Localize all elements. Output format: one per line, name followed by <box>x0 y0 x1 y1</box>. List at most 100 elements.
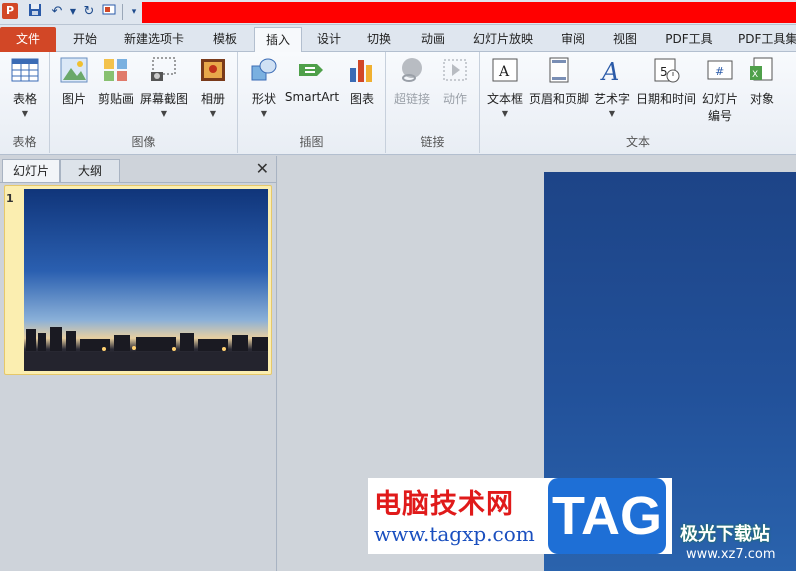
wordart-icon: A <box>597 56 627 86</box>
action-button[interactable]: 动作 <box>436 56 474 107</box>
textbox-icon: A <box>490 56 520 86</box>
picture-button[interactable]: 图片 <box>56 56 92 107</box>
table-button-label: 表格 <box>12 92 37 106</box>
chevron-down-icon: ▼ <box>501 109 509 118</box>
group-table: 表格 ▼ 表格 <box>0 52 50 153</box>
photo-album-button[interactable]: 相册 ▼ <box>194 56 232 118</box>
picture-button-label: 图片 <box>61 92 86 106</box>
svg-text:A: A <box>600 58 619 84</box>
group-links: 超链接 动作 链接 <box>386 52 480 153</box>
svg-text:5: 5 <box>660 65 668 79</box>
qat-separator <box>122 4 123 20</box>
svg-text:A: A <box>498 64 510 80</box>
action-icon <box>440 56 470 86</box>
group-label-table: 表格 <box>12 135 37 149</box>
object-icon: X <box>747 56 777 86</box>
redo-icon[interactable]: ↻ <box>80 3 98 21</box>
tab-file[interactable]: 文件 <box>0 27 56 52</box>
screenshot-button[interactable]: 屏幕截图 ▼ <box>138 56 190 118</box>
shapes-icon <box>249 56 279 86</box>
shapes-button-label: 形状 <box>251 92 276 106</box>
screenshot-button-label: 屏幕截图 <box>139 92 188 106</box>
header-footer-button[interactable]: 页眉和页脚 <box>528 56 590 107</box>
group-label-illustrations: 插图 <box>299 135 324 149</box>
chevron-down-icon: ▼ <box>209 109 217 118</box>
chevron-down-icon: ▼ <box>160 109 168 118</box>
chevron-down-icon: ▼ <box>608 109 616 118</box>
tab-templates[interactable]: 模板 <box>198 27 252 52</box>
calendar-icon: 5 <box>651 56 681 86</box>
shapes-button[interactable]: 形状 ▼ <box>246 56 282 118</box>
group-illustrations: 形状 ▼ SmartArt 图表 插图 <box>238 52 386 153</box>
textbox-button[interactable]: A 文本框 ▼ <box>484 56 526 118</box>
tab-slideshow[interactable]: 幻灯片放映 <box>462 27 544 52</box>
slide-number: 1 <box>6 192 14 205</box>
chart-button[interactable]: 图表 <box>344 56 380 107</box>
slide-thumbnail-image[interactable] <box>24 189 268 371</box>
header-footer-icon <box>544 56 574 86</box>
group-label-links: 链接 <box>420 135 445 149</box>
chevron-down-icon: ▼ <box>21 109 29 118</box>
header-footer-button-label: 页眉和页脚 <box>528 92 589 106</box>
tab-slides[interactable]: 幻灯片 <box>2 159 60 182</box>
svg-text:#: # <box>715 65 724 78</box>
watermark-side-title: 极光下载站 <box>680 524 770 545</box>
datetime-button[interactable]: 5 日期和时间 <box>634 56 698 107</box>
tab-view[interactable]: 视图 <box>602 27 648 52</box>
picture-icon <box>59 56 89 86</box>
clipart-button[interactable]: 剪贴画 <box>96 56 136 107</box>
ribbon-tabs: 文件 开始 新建选项卡 模板 插入 设计 切换 动画 幻灯片放映 审阅 视图 P… <box>0 25 796 53</box>
customize-icon[interactable]: ▾ <box>125 3 143 21</box>
wordart-button[interactable]: A 艺术字 ▼ <box>592 56 632 118</box>
svg-text:X: X <box>752 70 758 80</box>
slides-panel: 幻灯片 大纲 ✕ 1 <box>0 156 277 571</box>
smartart-button-label: SmartArt <box>284 90 340 104</box>
start-slideshow-icon[interactable] <box>100 3 118 21</box>
group-images: 图片 剪贴画 屏幕截图 ▼ 相册 ▼ 图像 <box>50 52 238 153</box>
tab-review[interactable]: 审阅 <box>550 27 596 52</box>
chart-button-label: 图表 <box>349 92 374 106</box>
watermark-title: 电脑技术网 <box>374 489 514 520</box>
tab-outline[interactable]: 大纲 <box>60 159 120 182</box>
quick-access-toolbar: P ↶ ▼ ↻ ▾ <box>0 0 796 25</box>
slide-number-button[interactable]: # 幻灯片 编号 <box>700 56 740 124</box>
group-text: A 文本框 ▼ 页眉和页脚 A 艺术字 ▼ 5 日期和时间 # 幻灯片 编号 X… <box>480 52 796 153</box>
hyperlink-button-label: 超链接 <box>393 92 430 106</box>
watermark-url: www.tagxp.com <box>374 522 535 546</box>
tab-home[interactable]: 开始 <box>60 27 110 52</box>
object-button-label: 对象 <box>749 92 774 106</box>
title-bar-overlay <box>142 2 796 23</box>
ribbon: 表格 ▼ 表格 图片 剪贴画 屏幕截图 ▼ 相册 ▼ 图像 形状 ▼ Smart… <box>0 52 796 155</box>
action-button-label: 动作 <box>442 92 467 106</box>
datetime-button-label: 日期和时间 <box>635 92 696 106</box>
tab-pdf-toolset[interactable]: PDF工具集 <box>728 27 796 52</box>
photo-album-icon <box>198 56 228 86</box>
object-button[interactable]: X 对象 <box>742 56 782 107</box>
tab-pdf-tools[interactable]: PDF工具 <box>654 27 724 52</box>
table-button[interactable]: 表格 ▼ <box>4 56 46 118</box>
powerpoint-logo-icon[interactable]: P <box>2 3 18 19</box>
clipart-icon <box>101 56 131 86</box>
panel-divider <box>0 182 277 183</box>
slide-thumbnail-selected[interactable] <box>4 185 272 375</box>
screenshot-icon <box>149 56 179 86</box>
textbox-button-label: 文本框 <box>486 92 523 106</box>
close-icon[interactable]: ✕ <box>256 159 269 178</box>
save-icon[interactable] <box>26 3 44 21</box>
chevron-down-icon: ▼ <box>260 109 268 118</box>
tab-transitions[interactable]: 切换 <box>356 27 402 52</box>
chart-icon <box>347 56 377 86</box>
group-label-text: 文本 <box>625 135 650 149</box>
slide-number-label-2: 编号 <box>707 109 732 123</box>
tab-new-tab[interactable]: 新建选项卡 <box>114 27 194 52</box>
tab-animations[interactable]: 动画 <box>408 27 458 52</box>
clipart-button-label: 剪贴画 <box>97 92 134 106</box>
photo-album-button-label: 相册 <box>200 92 225 106</box>
hyperlink-button[interactable]: 超链接 <box>392 56 432 107</box>
tab-insert[interactable]: 插入 <box>254 27 302 53</box>
slide-number-icon: # <box>705 56 735 86</box>
group-label-images: 图像 <box>131 135 156 149</box>
tab-design[interactable]: 设计 <box>306 27 352 52</box>
smartart-button[interactable]: SmartArt <box>284 56 340 104</box>
slide-number-label-1: 幻灯片 <box>701 92 738 106</box>
